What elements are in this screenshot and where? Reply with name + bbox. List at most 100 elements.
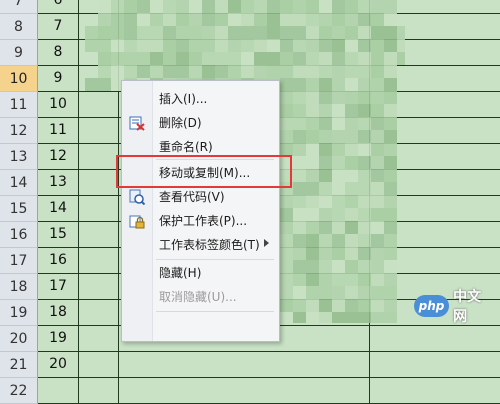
mosaic-block — [384, 273, 397, 286]
mosaic-block — [280, 299, 293, 312]
cell-a[interactable]: 20 — [38, 352, 79, 378]
cell-a[interactable]: 18 — [38, 300, 79, 326]
mosaic-block — [384, 104, 397, 117]
mosaic-block — [241, 0, 254, 13]
mosaic-block — [319, 39, 332, 52]
mosaic-block — [98, 65, 111, 78]
mosaic-block — [280, 78, 293, 91]
mosaic-block — [176, 26, 189, 39]
mosaic-block — [306, 156, 319, 169]
row-header[interactable]: 12 — [0, 118, 38, 144]
row-header[interactable]: 16 — [0, 222, 38, 248]
cell[interactable] — [79, 352, 119, 378]
mosaic-block — [319, 286, 332, 299]
menu-item-tab-color[interactable]: 工作表标签颜色(T) — [122, 233, 279, 257]
cell[interactable] — [370, 352, 500, 378]
menu-item-label: 插入(I)... — [159, 92, 208, 106]
mosaic-block — [98, 26, 111, 39]
mosaic-block — [280, 104, 293, 117]
mosaic-block — [384, 156, 397, 169]
row-header[interactable]: 7 — [0, 0, 38, 14]
cell-a[interactable]: 7 — [38, 14, 79, 40]
row-header[interactable]: 8 — [0, 14, 38, 40]
menu-item-hide[interactable]: 隐藏(H) — [122, 261, 279, 285]
cell-a[interactable]: 8 — [38, 40, 79, 66]
menu-item-view-code[interactable]: 查看代码(V) — [122, 185, 279, 209]
mosaic-block — [280, 247, 293, 260]
mosaic-block — [254, 0, 267, 13]
mosaic-block — [371, 104, 384, 117]
watermark-text: 中文网 — [453, 289, 482, 325]
cell-a[interactable] — [38, 378, 79, 404]
mosaic-block — [267, 52, 280, 65]
mosaic-block — [306, 117, 319, 130]
mosaic-block — [397, 52, 405, 65]
mosaic-block — [384, 52, 397, 65]
mosaic-block — [137, 65, 150, 78]
row-header[interactable]: 13 — [0, 144, 38, 170]
cell-a[interactable]: 19 — [38, 326, 79, 352]
cell[interactable] — [370, 378, 500, 404]
row-header[interactable]: 9 — [0, 40, 38, 66]
mosaic-block — [293, 247, 306, 260]
mosaic-block — [306, 299, 319, 312]
mosaic-block — [358, 65, 371, 78]
mosaic-block — [371, 65, 384, 78]
row-header[interactable]: 15 — [0, 196, 38, 222]
mosaic-block — [280, 260, 293, 273]
mosaic-block — [189, 65, 202, 78]
cell-a[interactable]: 6 — [38, 0, 79, 14]
mosaic-block — [176, 52, 189, 65]
cell-a[interactable]: 12 — [38, 144, 79, 170]
mosaic-block — [150, 26, 163, 39]
cell[interactable] — [79, 378, 119, 404]
row-header[interactable]: 14 — [0, 170, 38, 196]
mosaic-block — [319, 234, 332, 247]
row-header[interactable]: 18 — [0, 274, 38, 300]
row-header[interactable]: 17 — [0, 248, 38, 274]
menu-item-insert[interactable]: 插入(I)... — [122, 87, 279, 111]
mosaic-block — [280, 0, 293, 13]
row-header[interactable]: 22 — [0, 378, 38, 404]
mosaic-block — [319, 78, 332, 91]
menu-item-delete[interactable]: 删除(D) — [122, 111, 279, 135]
mosaic-block — [293, 52, 306, 65]
row-header[interactable]: 20 — [0, 326, 38, 352]
mosaic-block — [189, 0, 202, 13]
delete-icon — [129, 115, 145, 131]
mosaic-block — [306, 130, 319, 143]
mosaic-block — [306, 143, 319, 156]
cell-a[interactable]: 16 — [38, 248, 79, 274]
cell-a[interactable]: 17 — [38, 274, 79, 300]
row-header[interactable]: 11 — [0, 92, 38, 118]
mosaic-block — [332, 104, 345, 117]
mosaic-block — [124, 52, 137, 65]
mosaic-block — [332, 221, 345, 234]
cell[interactable] — [370, 326, 500, 352]
cell-a[interactable]: 13 — [38, 170, 79, 196]
cell[interactable] — [119, 378, 370, 404]
cell[interactable] — [119, 352, 370, 378]
mosaic-block — [306, 286, 319, 299]
mosaic-block — [163, 13, 176, 26]
menu-item-protect-sheet[interactable]: 保护工作表(P)... — [122, 209, 279, 233]
row-header[interactable]: 19 — [0, 300, 38, 326]
mosaic-block — [228, 52, 241, 65]
cell-a[interactable]: 10 — [38, 92, 79, 118]
mosaic-block — [319, 65, 332, 78]
cell-a[interactable]: 15 — [38, 222, 79, 248]
row-header[interactable]: 10 — [0, 66, 38, 92]
row-header[interactable]: 21 — [0, 352, 38, 378]
cell[interactable] — [79, 326, 119, 352]
mosaic-block — [319, 312, 332, 323]
mosaic-block — [228, 65, 241, 78]
mosaic-block — [176, 39, 189, 52]
mosaic-block — [254, 52, 267, 65]
mosaic-block — [371, 208, 384, 221]
mosaic-block — [306, 0, 319, 13]
cell-a[interactable]: 14 — [38, 196, 79, 222]
cell-a[interactable]: 9 — [38, 66, 79, 92]
mosaic-block — [345, 195, 358, 208]
cell-a[interactable]: 11 — [38, 118, 79, 144]
protect-sheet-icon — [129, 213, 145, 229]
